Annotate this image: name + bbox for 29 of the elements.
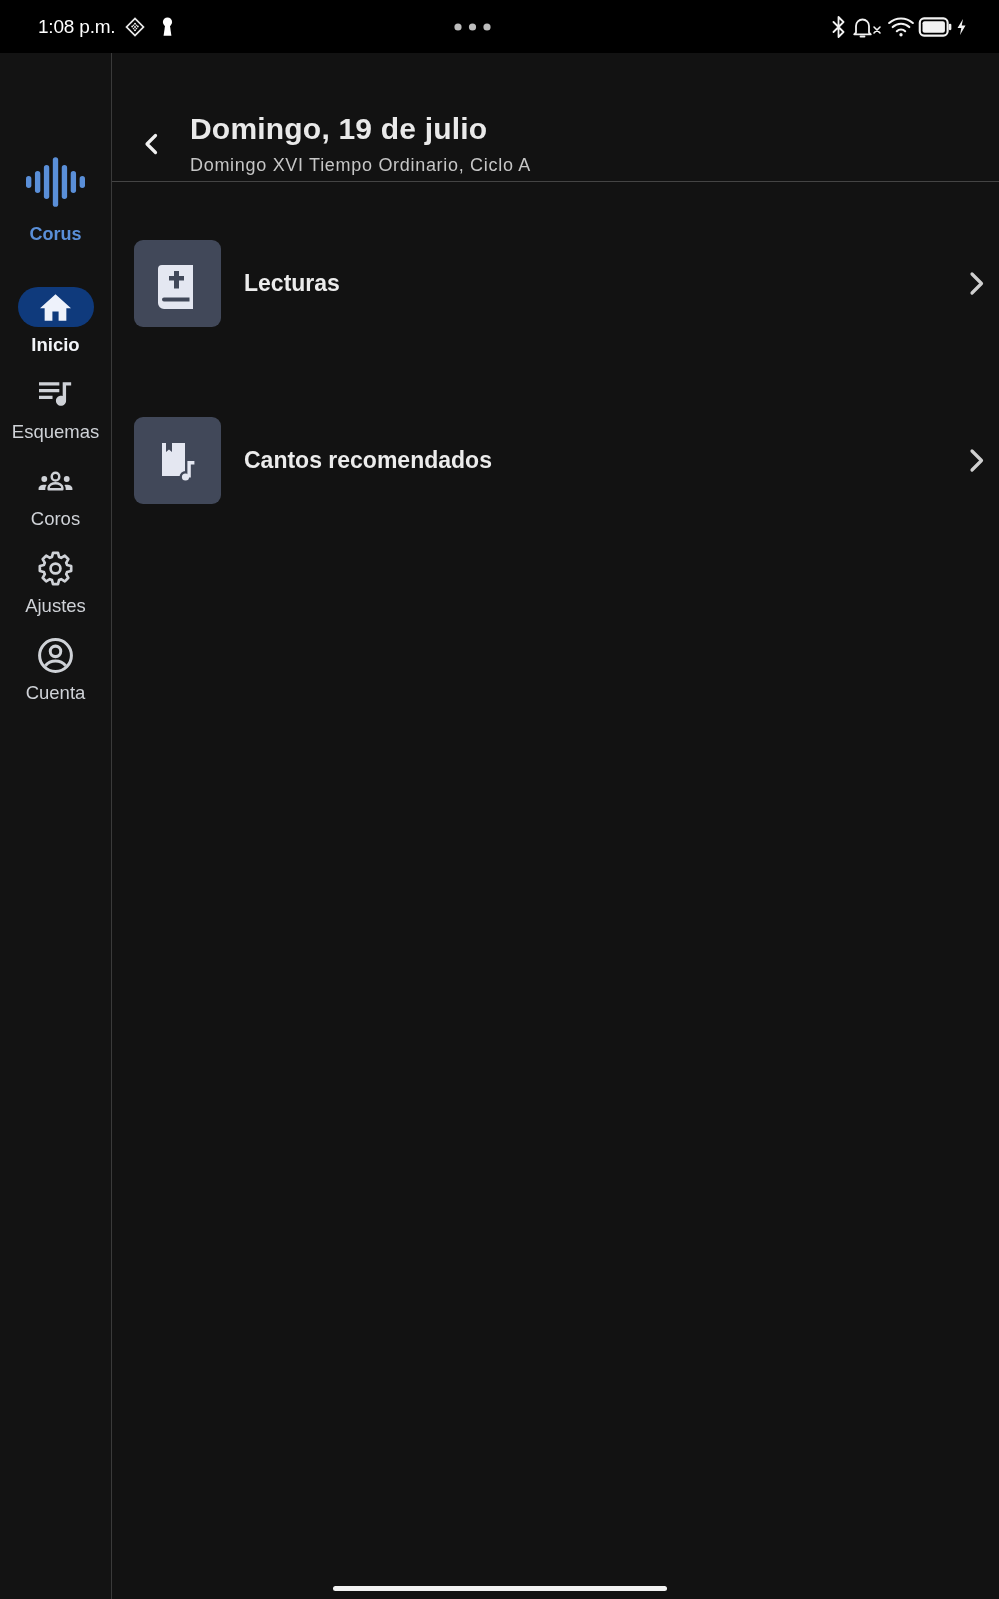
waveform-logo-icon [26,157,85,207]
wifi-icon [888,16,914,37]
status-time: 1:08 p.m. [38,17,116,36]
battery-icon [918,16,953,37]
chevron-left-icon [144,132,158,155]
keyhole-icon [162,17,174,36]
app-name: Corus [29,224,82,244]
nav-tab[interactable]: Inicio [2,287,109,355]
book-cross-icon [134,240,221,327]
menu-list-item[interactable]: Lecturas [134,240,985,327]
nav-tab[interactable]: Esquemas [2,374,109,442]
chevron-right-icon [969,448,985,473]
charging-bolt-icon [957,18,966,35]
music-list-icon [39,381,72,407]
more-dots-icon [454,22,492,31]
home-icon [40,293,71,321]
nav-tab[interactable]: Coros [2,461,109,529]
bluetooth-icon [832,15,845,38]
page-subtitle: Domingo XVI Tiempo Ordinario, Ciclo A [190,154,532,176]
page-title: Domingo, 19 de julio [190,111,489,147]
nav-tab[interactable]: Ajustes [2,548,109,616]
diamond-grid-icon [125,16,146,37]
people-group-icon [38,470,73,492]
person-circle-icon [38,637,73,673]
menu-list-item[interactable]: Cantos recomendados [134,417,985,504]
music-book-icon [134,417,221,504]
settings-icon [38,550,73,586]
nav-tab[interactable]: Cuenta [2,635,109,703]
chevron-right-icon [969,271,985,296]
